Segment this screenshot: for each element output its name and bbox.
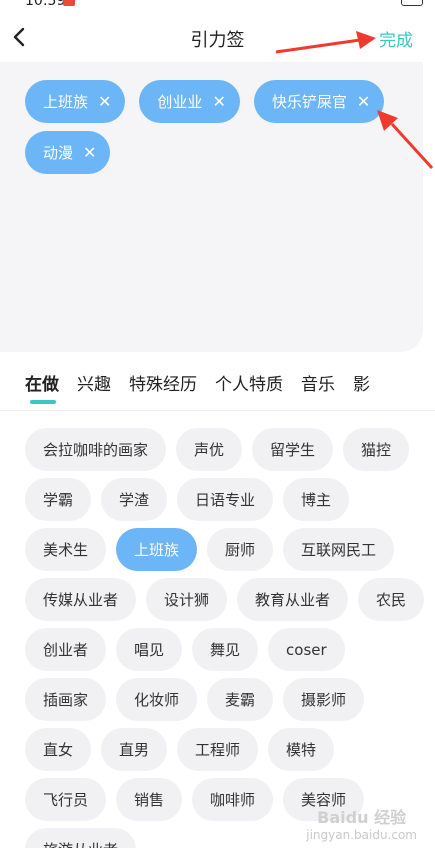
remove-tag-icon[interactable]: ✕ bbox=[83, 143, 96, 162]
tag-chip[interactable]: 美术生 bbox=[25, 528, 107, 571]
tag-chip[interactable]: 互联网民工 bbox=[283, 528, 395, 571]
selected-tag-chip[interactable]: 快乐铲屎官 ✕ bbox=[253, 80, 385, 123]
tab-1[interactable]: 兴趣 bbox=[77, 370, 111, 395]
tag-chip[interactable]: 设计狮 bbox=[146, 578, 228, 621]
tag-chip[interactable]: 化妆师 bbox=[116, 678, 198, 721]
done-button[interactable]: 完成 bbox=[379, 26, 413, 51]
selected-tag-label: 动漫 bbox=[43, 144, 74, 162]
tab-5[interactable]: 影 bbox=[353, 370, 370, 395]
tag-chip[interactable]: 摄影师 bbox=[283, 678, 365, 721]
tag-chip[interactable]: 会拉咖啡的画家 bbox=[25, 428, 167, 471]
notification-icon bbox=[63, 0, 75, 6]
tag-chip[interactable]: 咖啡师 bbox=[192, 778, 274, 821]
tabs-divider bbox=[0, 410, 435, 411]
remove-tag-icon[interactable]: ✕ bbox=[357, 92, 370, 111]
tab-4[interactable]: 音乐 bbox=[301, 370, 335, 395]
battery-icon bbox=[401, 0, 423, 6]
tag-chip[interactable]: 博主 bbox=[283, 478, 350, 521]
tag-chip[interactable]: 舞见 bbox=[192, 628, 259, 671]
tag-chip[interactable]: 直女 bbox=[25, 728, 92, 771]
tag-chip[interactable]: 唱见 bbox=[116, 628, 183, 671]
tag-chip[interactable]: 学霸 bbox=[25, 478, 92, 521]
selected-tag-chip[interactable]: 创业业 ✕ bbox=[139, 80, 240, 123]
tag-chip[interactable]: 学渣 bbox=[101, 478, 168, 521]
tag-chip[interactable]: 厨师 bbox=[207, 528, 274, 571]
tag-chip[interactable]: 创业者 bbox=[25, 628, 107, 671]
tag-chip[interactable]: 上班族 bbox=[116, 528, 198, 571]
tab-3[interactable]: 个人特质 bbox=[215, 370, 283, 395]
tag-chip[interactable]: 麦霸 bbox=[207, 678, 274, 721]
tag-chip[interactable]: 直男 bbox=[101, 728, 168, 771]
tag-chip[interactable]: 模特 bbox=[268, 728, 335, 771]
status-bar: 10:59 bbox=[0, 0, 435, 10]
tag-grid: 会拉咖啡的画家 声优 留学生 猫控学霸 学渣 日语专业 博主美术生 上班族 厨师 互联网民工传媒从… bbox=[25, 428, 425, 848]
header: 引力签 完成 bbox=[0, 10, 435, 62]
selected-tag-label: 创业业 bbox=[157, 93, 203, 111]
selected-tag-chip[interactable]: 动漫 ✕ bbox=[25, 131, 111, 174]
status-time: 10:59 bbox=[25, 0, 66, 9]
tag-chip[interactable]: 传媒从业者 bbox=[25, 578, 137, 621]
remove-tag-icon[interactable]: ✕ bbox=[212, 92, 225, 111]
tag-chip[interactable]: 工程师 bbox=[177, 728, 259, 771]
remove-tag-icon[interactable]: ✕ bbox=[98, 92, 111, 111]
tag-chip[interactable]: 猫控 bbox=[343, 428, 410, 471]
selected-tag-label: 快乐铲屎官 bbox=[271, 93, 347, 111]
tag-chip[interactable]: 销售 bbox=[116, 778, 183, 821]
tag-chip[interactable]: 美容师 bbox=[283, 778, 365, 821]
tag-chip[interactable]: coser bbox=[268, 628, 345, 671]
tag-chip[interactable]: 飞行员 bbox=[25, 778, 107, 821]
selected-tag-chip[interactable]: 上班族 ✕ bbox=[25, 80, 126, 123]
selected-tags-panel: 上班族 ✕ 创业业 ✕ 快乐铲屎官 ✕ 动漫 ✕ bbox=[0, 62, 423, 352]
tag-chip[interactable]: 教育从业者 bbox=[237, 578, 349, 621]
tag-chip[interactable]: 农民 bbox=[358, 578, 425, 621]
selected-tag-label: 上班族 bbox=[43, 93, 89, 111]
tab-0[interactable]: 在做 bbox=[25, 370, 59, 395]
tag-chip[interactable]: 留学生 bbox=[252, 428, 334, 471]
selected-tags-list: 上班族 ✕ 创业业 ✕ 快乐铲屎官 ✕ 动漫 ✕ bbox=[25, 80, 405, 174]
tag-chip[interactable]: 声优 bbox=[176, 428, 243, 471]
tag-chip[interactable]: 插画家 bbox=[25, 678, 107, 721]
tag-chip[interactable]: 日语专业 bbox=[177, 478, 274, 521]
tag-chip[interactable]: 旅游从业者 bbox=[25, 828, 137, 848]
category-tabs: 在做 兴趣 特殊经历 个人特质 音乐影 bbox=[25, 370, 435, 410]
active-tab-indicator bbox=[30, 400, 56, 404]
page-title: 引力签 bbox=[190, 30, 245, 51]
tab-2[interactable]: 特殊经历 bbox=[129, 370, 197, 395]
